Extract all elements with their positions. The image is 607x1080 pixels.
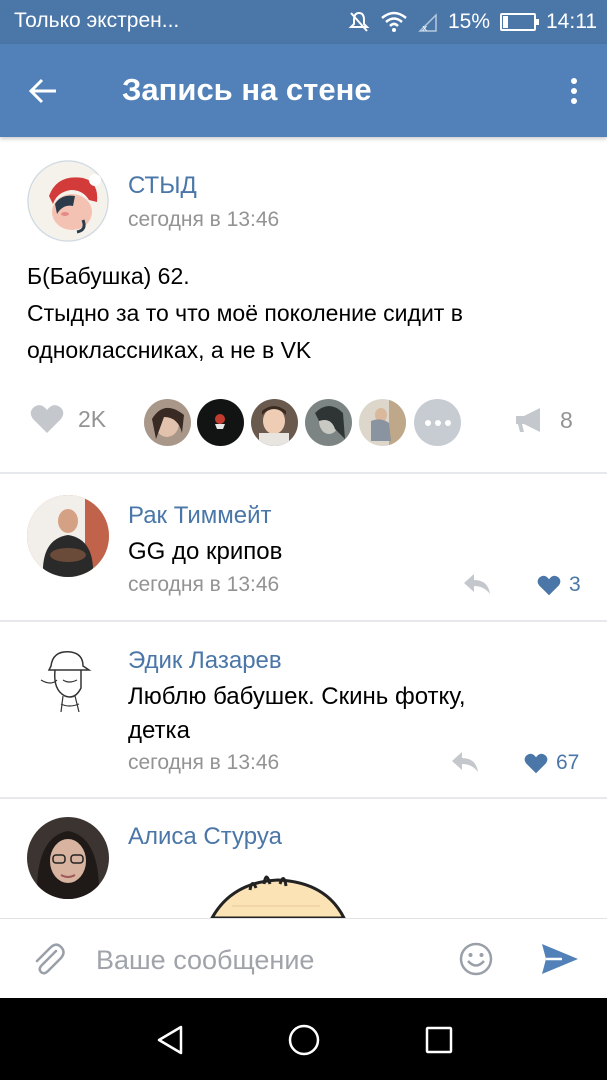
reply-icon — [452, 752, 478, 772]
comment-time: сегодня в 13:46 — [128, 751, 280, 774]
reply-icon — [464, 574, 490, 594]
megaphone-icon — [516, 408, 540, 432]
comment-author-name[interactable]: Рак Тиммейт — [128, 502, 271, 530]
comment-likes-count: 67 — [556, 751, 580, 774]
liker-avatar[interactable] — [305, 399, 352, 446]
mute-icon — [348, 11, 370, 32]
battery-percent: 15% — [447, 10, 490, 33]
nav-recents-button[interactable] — [419, 1020, 459, 1060]
comment-sticker — [0, 870, 607, 918]
liker-avatar[interactable] — [197, 399, 244, 446]
reply-button[interactable] — [450, 750, 480, 774]
nav-home-button[interactable] — [284, 1020, 324, 1060]
liker-avatar[interactable] — [251, 399, 298, 446]
comment-like-button[interactable]: 3 — [537, 573, 581, 597]
square-recents-icon — [425, 1026, 453, 1054]
message-composer — [0, 918, 607, 998]
battery-icon — [500, 13, 539, 31]
circle-home-icon — [288, 1024, 320, 1056]
send-icon — [542, 944, 578, 974]
liker-avatar[interactable] — [144, 399, 191, 446]
page-title: Запись на стене — [122, 72, 372, 107]
triangle-back-icon — [157, 1025, 183, 1055]
post-text-line: Б(Бабушка) 62. — [27, 263, 190, 289]
comment-author-name[interactable]: Эдик Лазарев — [128, 647, 282, 675]
wifi-icon — [381, 11, 407, 32]
post-text-line: одноклассниках, а не в VK — [27, 337, 312, 363]
system-nav-bar — [0, 998, 607, 1080]
comment-text-line: GG до крипов — [128, 538, 283, 565]
smile-icon — [459, 942, 493, 976]
comment-author-avatar[interactable] — [27, 640, 109, 722]
comment-text-line: Люблю бабушек. Скинь фотку, — [128, 683, 466, 710]
more-likers-button[interactable] — [414, 399, 461, 446]
reply-button[interactable] — [462, 572, 492, 596]
post-actions: 2K 8 — [0, 396, 607, 450]
status-icons: x 15% 14:11 — [348, 6, 597, 38]
arrow-left-icon — [28, 78, 56, 104]
comment-like-button[interactable]: 67 — [524, 751, 579, 775]
signal-icon: x — [418, 13, 437, 33]
divider — [0, 797, 607, 799]
more-vertical-icon — [571, 78, 577, 104]
back-button[interactable] — [20, 68, 66, 114]
like-button[interactable]: 2K — [30, 404, 106, 434]
send-button[interactable] — [540, 941, 580, 977]
app-bar: Запись на стене — [0, 44, 607, 137]
status-bar: Только экстрен... x 15% 14:11 — [0, 0, 607, 44]
post-author-name[interactable]: СТЫД — [128, 172, 197, 200]
comment-author-avatar[interactable] — [27, 495, 109, 577]
divider — [0, 472, 607, 474]
heart-icon — [30, 405, 64, 433]
shares-count: 8 — [560, 406, 573, 433]
post-time: сегодня в 13:46 — [128, 208, 280, 231]
comment-likes-count: 3 — [569, 573, 581, 596]
liker-avatar[interactable] — [359, 399, 406, 446]
carrier-text: Только экстрен... — [14, 9, 180, 32]
emoji-button[interactable] — [458, 941, 494, 977]
share-button[interactable]: 8 — [514, 406, 573, 434]
heart-icon — [537, 575, 561, 595]
svg-text:x: x — [422, 24, 428, 33]
paperclip-icon — [35, 943, 65, 975]
attach-button[interactable] — [30, 941, 66, 977]
comment-text: Люблю бабушек. Скинь фотку, детка — [128, 680, 568, 748]
divider — [0, 620, 607, 622]
clock: 14:11 — [546, 10, 597, 33]
post-text-line: Стыдно за то что моё поколение сидит в — [27, 300, 463, 326]
likes-count: 2K — [78, 405, 107, 432]
more-menu-button[interactable] — [559, 68, 589, 114]
comment-time: сегодня в 13:46 — [128, 573, 280, 596]
heart-icon — [524, 753, 548, 773]
post-author-avatar[interactable] — [27, 160, 109, 242]
message-input[interactable] — [96, 939, 436, 981]
nav-back-button[interactable] — [150, 1020, 190, 1060]
comment-author-name[interactable]: Алиса Стуруа — [128, 823, 282, 851]
post-text: Б(Бабушка) 62. Стыдно за то что моё поко… — [27, 258, 587, 369]
comment-text: GG до крипов — [128, 535, 568, 569]
comment-text-line: детка — [128, 717, 190, 744]
